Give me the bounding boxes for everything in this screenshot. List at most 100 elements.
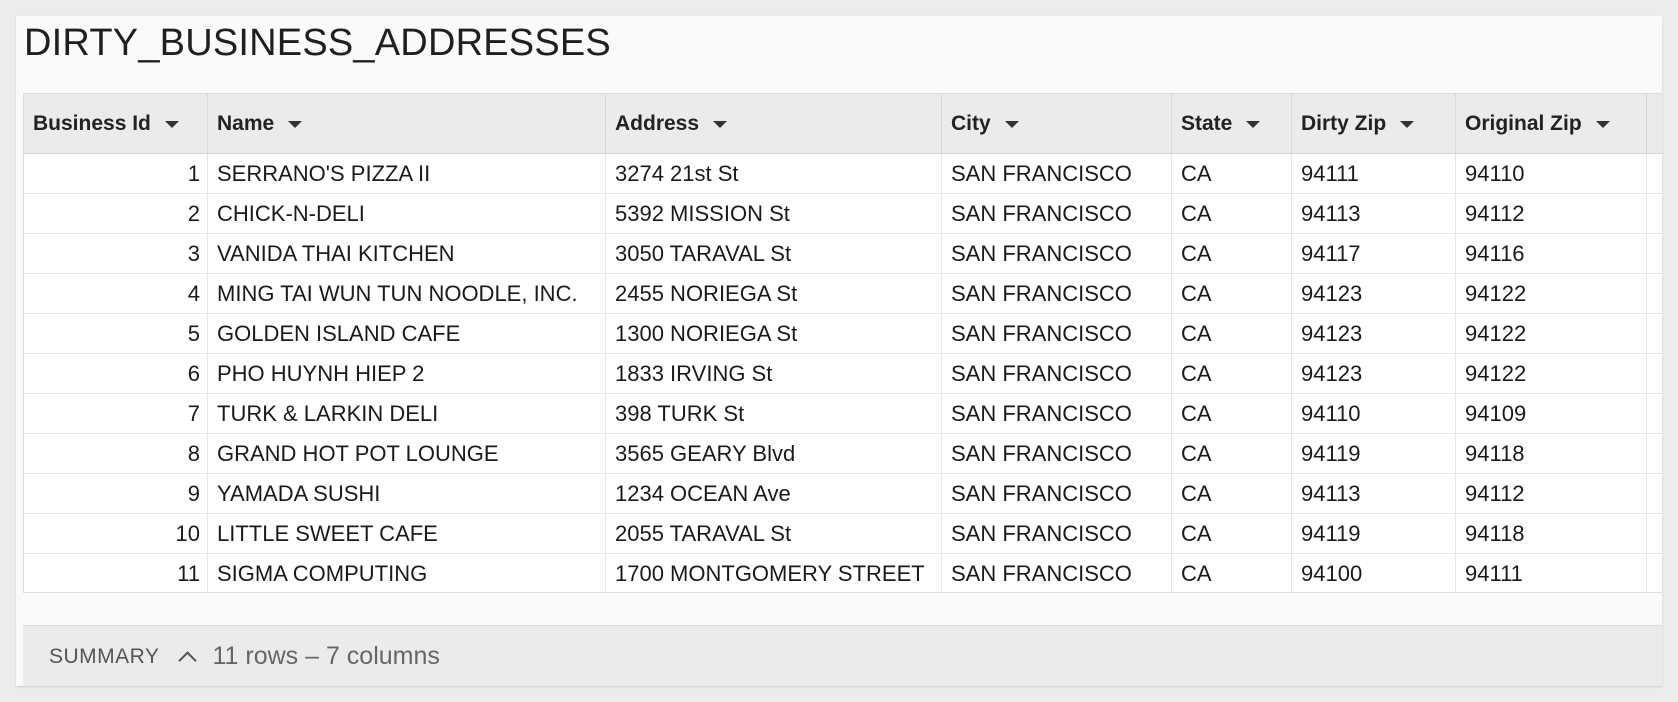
cell-city[interactable]: SAN FRANCISCO [942, 354, 1172, 393]
cell-business-id[interactable]: 11 [24, 554, 208, 592]
table-row[interactable]: 1 SERRANO'S PIZZA II 3274 21st St SAN FRANC… [24, 154, 1662, 194]
cell-city[interactable]: SAN FRANCISCO [942, 314, 1172, 353]
cell-original-zip[interactable]: 94112 [1456, 194, 1647, 233]
cell-address[interactable]: 2055 TARAVAL St [606, 514, 942, 553]
cell-state[interactable]: CA [1172, 514, 1292, 553]
cell-address[interactable]: 398 TURK St [606, 394, 942, 433]
cell-dirty-zip[interactable]: 94100 [1292, 554, 1456, 592]
cell-original-zip[interactable]: 94122 [1456, 274, 1647, 313]
table-row[interactable]: 3 VANIDA THAI KITCHEN 3050 TARAVAL St SAN F… [24, 234, 1662, 274]
column-header-address[interactable]: Address [606, 94, 942, 153]
cell-city[interactable]: SAN FRANCISCO [942, 194, 1172, 233]
column-header-state[interactable]: State [1172, 94, 1292, 153]
cell-business-id[interactable]: 3 [24, 234, 208, 273]
cell-dirty-zip[interactable]: 94111 [1292, 154, 1456, 193]
cell-dirty-zip[interactable]: 94113 [1292, 194, 1456, 233]
cell-business-id[interactable]: 10 [24, 514, 208, 553]
cell-name[interactable]: PHO HUYNH HIEP 2 [208, 354, 606, 393]
caret-down-icon[interactable] [1246, 121, 1261, 128]
cell-business-id[interactable]: 6 [24, 354, 208, 393]
cell-state[interactable]: CA [1172, 314, 1292, 353]
cell-state[interactable]: CA [1172, 434, 1292, 473]
summary-bar[interactable]: SUMMARY 11 rows – 7 columns [23, 625, 1662, 686]
cell-state[interactable]: CA [1172, 154, 1292, 193]
cell-address[interactable]: 5392 MISSION St [606, 194, 942, 233]
table-row[interactable]: 7 TURK & LARKIN DELI 398 TURK St SAN FRANCI… [24, 394, 1662, 434]
column-header-business-id[interactable]: Business Id [24, 94, 208, 153]
cell-original-zip[interactable]: 94109 [1456, 394, 1647, 433]
cell-dirty-zip[interactable]: 94123 [1292, 354, 1456, 393]
cell-city[interactable]: SAN FRANCISCO [942, 274, 1172, 313]
cell-business-id[interactable]: 5 [24, 314, 208, 353]
cell-name[interactable]: MING TAI WUN TUN NOODLE, INC. [208, 274, 606, 313]
cell-business-id[interactable]: 2 [24, 194, 208, 233]
cell-original-zip[interactable]: 94122 [1456, 314, 1647, 353]
cell-dirty-zip[interactable]: 94123 [1292, 274, 1456, 313]
caret-down-icon[interactable] [164, 121, 179, 128]
table-row[interactable]: 11 SIGMA COMPUTING 1700 MONTGOMERY STREET S… [24, 554, 1662, 592]
cell-city[interactable]: SAN FRANCISCO [942, 434, 1172, 473]
table-row[interactable]: 2 CHICK-N-DELI 5392 MISSION St SAN FRANCISC… [24, 194, 1662, 234]
cell-original-zip[interactable]: 94110 [1456, 154, 1647, 193]
cell-business-id[interactable]: 9 [24, 474, 208, 513]
cell-city[interactable]: SAN FRANCISCO [942, 474, 1172, 513]
table-row[interactable]: 8 GRAND HOT POT LOUNGE 3565 GEARY Blvd SAN … [24, 434, 1662, 474]
cell-state[interactable]: CA [1172, 554, 1292, 592]
cell-city[interactable]: SAN FRANCISCO [942, 234, 1172, 273]
cell-state[interactable]: CA [1172, 194, 1292, 233]
cell-city[interactable]: SAN FRANCISCO [942, 554, 1172, 592]
column-header-name[interactable]: Name [208, 94, 606, 153]
cell-dirty-zip[interactable]: 94110 [1292, 394, 1456, 433]
cell-original-zip[interactable]: 94122 [1456, 354, 1647, 393]
table-row[interactable]: 10 LITTLE SWEET CAFE 2055 TARAVAL St SAN FR… [24, 514, 1662, 554]
cell-city[interactable]: SAN FRANCISCO [942, 514, 1172, 553]
caret-down-icon[interactable] [288, 121, 303, 128]
cell-name[interactable]: SERRANO'S PIZZA II [208, 154, 606, 193]
cell-business-id[interactable]: 4 [24, 274, 208, 313]
cell-address[interactable]: 3565 GEARY Blvd [606, 434, 942, 473]
column-header-city[interactable]: City [942, 94, 1172, 153]
cell-business-id[interactable]: 8 [24, 434, 208, 473]
cell-original-zip[interactable]: 94111 [1456, 554, 1647, 592]
caret-down-icon[interactable] [1004, 121, 1019, 128]
cell-dirty-zip[interactable]: 94117 [1292, 234, 1456, 273]
cell-state[interactable]: CA [1172, 354, 1292, 393]
caret-down-icon[interactable] [1400, 121, 1415, 128]
cell-address[interactable]: 3274 21st St [606, 154, 942, 193]
cell-name[interactable]: GRAND HOT POT LOUNGE [208, 434, 606, 473]
column-header-original-zip[interactable]: Original Zip [1456, 94, 1647, 153]
cell-name[interactable]: LITTLE SWEET CAFE [208, 514, 606, 553]
cell-original-zip[interactable]: 94112 [1456, 474, 1647, 513]
cell-address[interactable]: 2455 NORIEGA St [606, 274, 942, 313]
caret-down-icon[interactable] [1595, 121, 1610, 128]
cell-address[interactable]: 1833 IRVING St [606, 354, 942, 393]
cell-address[interactable]: 1700 MONTGOMERY STREET [606, 554, 942, 592]
table-row[interactable]: 5 GOLDEN ISLAND CAFE 1300 NORIEGA St SAN FR… [24, 314, 1662, 354]
cell-original-zip[interactable]: 94118 [1456, 514, 1647, 553]
cell-state[interactable]: CA [1172, 234, 1292, 273]
cell-state[interactable]: CA [1172, 394, 1292, 433]
cell-address[interactable]: 3050 TARAVAL St [606, 234, 942, 273]
cell-dirty-zip[interactable]: 94113 [1292, 474, 1456, 513]
cell-city[interactable]: SAN FRANCISCO [942, 154, 1172, 193]
caret-down-icon[interactable] [713, 121, 728, 128]
cell-address[interactable]: 1300 NORIEGA St [606, 314, 942, 353]
cell-name[interactable]: CHICK-N-DELI [208, 194, 606, 233]
cell-original-zip[interactable]: 94116 [1456, 234, 1647, 273]
cell-state[interactable]: CA [1172, 474, 1292, 513]
table-row[interactable]: 9 YAMADA SUSHI 1234 OCEAN Ave SAN FRANCISCO… [24, 474, 1662, 514]
cell-address[interactable]: 1234 OCEAN Ave [606, 474, 942, 513]
cell-dirty-zip[interactable]: 94119 [1292, 514, 1456, 553]
cell-city[interactable]: SAN FRANCISCO [942, 394, 1172, 433]
cell-dirty-zip[interactable]: 94119 [1292, 434, 1456, 473]
cell-name[interactable]: YAMADA SUSHI [208, 474, 606, 513]
chevron-up-icon[interactable] [178, 651, 198, 670]
cell-state[interactable]: CA [1172, 274, 1292, 313]
cell-business-id[interactable]: 1 [24, 154, 208, 193]
column-header-dirty-zip[interactable]: Dirty Zip [1292, 94, 1456, 153]
cell-name[interactable]: SIGMA COMPUTING [208, 554, 606, 592]
table-row[interactable]: 6 PHO HUYNH HIEP 2 1833 IRVING St SAN FRANC… [24, 354, 1662, 394]
table-row[interactable]: 4 MING TAI WUN TUN NOODLE, INC. 2455 NORIE… [24, 274, 1662, 314]
cell-dirty-zip[interactable]: 94123 [1292, 314, 1456, 353]
cell-original-zip[interactable]: 94118 [1456, 434, 1647, 473]
